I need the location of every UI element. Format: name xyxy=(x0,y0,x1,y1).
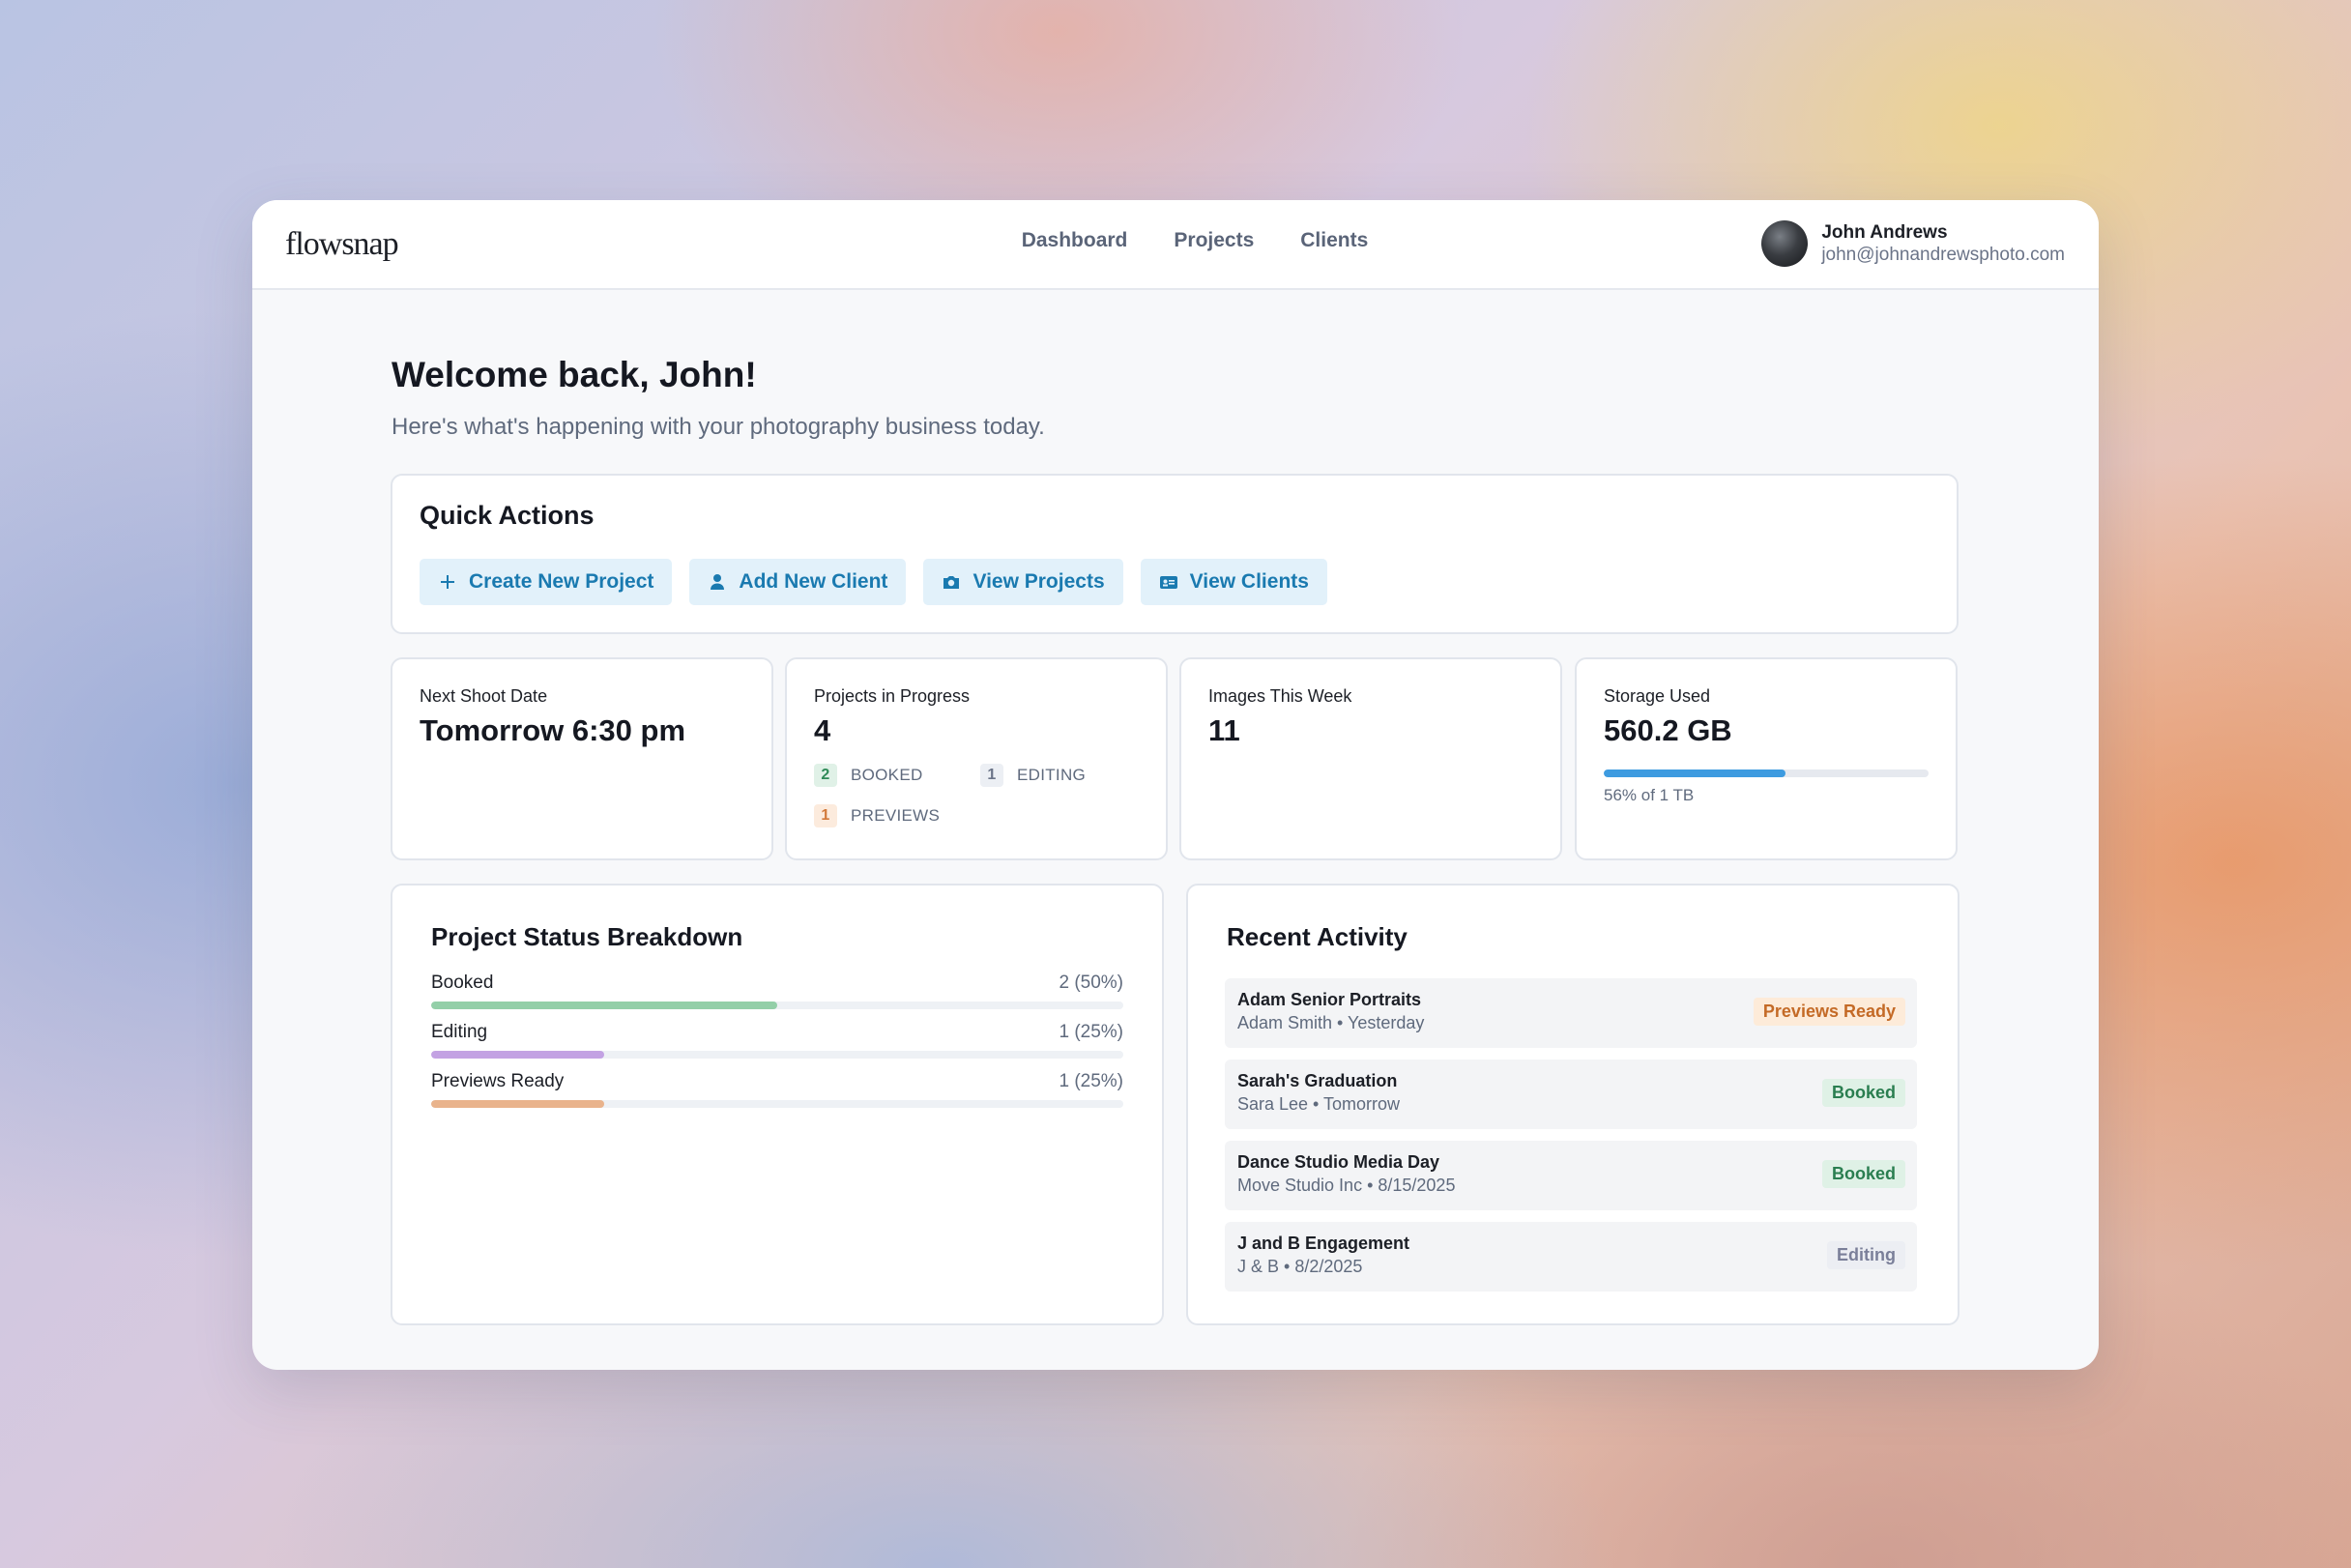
activity-list: Adam Senior Portraits Adam Smith • Yeste… xyxy=(1225,978,1917,1303)
status-breakdown-card: Project Status Breakdown Booked 2 (50%) … xyxy=(391,884,1164,1325)
breakdown-name: Previews Ready xyxy=(431,1071,565,1091)
view-clients-label: View Clients xyxy=(1189,570,1309,593)
create-project-button[interactable]: Create New Project xyxy=(420,559,673,605)
next-shoot-card: Next Shoot Date Tomorrow 6:30 pm xyxy=(391,657,773,860)
projects-in-progress-card: Projects in Progress 4 2 BOOKED 1 EDITIN… xyxy=(785,657,1168,860)
activity-item[interactable]: Adam Senior Portraits Adam Smith • Yeste… xyxy=(1225,978,1917,1048)
activity-title-text: Sarah's Graduation xyxy=(1237,1071,1398,1090)
status-badge: Booked xyxy=(1821,1079,1905,1107)
booked-count: 2 xyxy=(814,764,837,787)
page-title: Welcome back, John! xyxy=(392,355,757,394)
quick-actions-title: Quick Actions xyxy=(420,501,595,530)
storage-value: 560.2 GB xyxy=(1604,713,1732,747)
id-card-icon xyxy=(1159,576,1177,589)
activity-subtitle: J & B • 8/2/2025 xyxy=(1237,1257,1363,1276)
breakdown-bar-fill xyxy=(431,1100,604,1108)
quick-actions-buttons: Create New Project Add New Client View P… xyxy=(420,559,1327,605)
breakdown-count: 1 (25%) xyxy=(1059,1071,1123,1091)
editing-count: 1 xyxy=(980,764,1003,787)
storage-progress-fill xyxy=(1604,769,1786,777)
status-badge: Previews Ready xyxy=(1753,998,1905,1026)
in-progress-label: Projects in Progress xyxy=(814,686,971,706)
status-badge: Editing xyxy=(1827,1241,1905,1269)
booked-label: BOOKED xyxy=(851,766,923,784)
editing-label: EDITING xyxy=(1017,766,1087,784)
breakdown-bar xyxy=(431,1051,1123,1059)
avatar[interactable] xyxy=(1761,220,1809,267)
status-badge: Booked xyxy=(1821,1160,1905,1188)
nav-clients[interactable]: Clients xyxy=(1300,229,1368,252)
user-email: john@johnandrewsphoto.com xyxy=(1821,244,2065,265)
breakdown-name: Editing xyxy=(431,1022,488,1042)
images-this-week-card: Images This Week 11 xyxy=(1179,657,1562,860)
quick-actions-card: Quick Actions Create New Project Add New… xyxy=(391,474,1959,634)
activity-title-text: Dance Studio Media Day xyxy=(1237,1152,1440,1172)
next-shoot-label: Next Shoot Date xyxy=(420,686,548,706)
camera-icon xyxy=(943,576,960,589)
create-project-label: Create New Project xyxy=(469,570,654,593)
images-value: 11 xyxy=(1208,713,1240,747)
activity-subtitle: Move Studio Inc • 8/15/2025 xyxy=(1237,1176,1456,1195)
user-menu[interactable]: John Andrews john@johnandrewsphoto.com xyxy=(1761,220,2065,267)
storage-label: Storage Used xyxy=(1604,686,1711,706)
previews-status: 1 PREVIEWS xyxy=(814,804,940,828)
breakdown-row-previews: Previews Ready 1 (25%) xyxy=(431,1071,1123,1108)
user-info: John Andrews john@johnandrewsphoto.com xyxy=(1821,221,2065,267)
breakdown-bar-fill xyxy=(431,1051,604,1059)
storage-card: Storage Used 560.2 GB 56% of 1 TB xyxy=(1575,657,1958,860)
previews-label: PREVIEWS xyxy=(851,806,941,825)
activity-title: Recent Activity xyxy=(1227,922,1408,951)
plus-icon xyxy=(441,575,454,589)
breakdown-count: 1 (25%) xyxy=(1059,1022,1123,1042)
storage-progress-bar xyxy=(1604,769,1929,777)
storage-caption: 56% of 1 TB xyxy=(1604,786,1695,804)
recent-activity-card: Recent Activity Adam Senior Portraits Ad… xyxy=(1186,884,1959,1325)
nav-projects[interactable]: Projects xyxy=(1174,229,1254,252)
page-subtitle: Here's what's happening with your photog… xyxy=(392,414,1045,440)
breakdown-name: Booked xyxy=(431,973,494,993)
add-client-label: Add New Client xyxy=(739,570,888,593)
previews-count: 1 xyxy=(814,804,837,828)
activity-title-text: Adam Senior Portraits xyxy=(1237,990,1422,1009)
breakdown-row-editing: Editing 1 (25%) xyxy=(431,1022,1123,1059)
next-shoot-value: Tomorrow 6:30 pm xyxy=(420,713,686,747)
user-name: John Andrews xyxy=(1821,221,1948,243)
view-projects-label: View Projects xyxy=(972,570,1105,593)
add-client-button[interactable]: Add New Client xyxy=(689,559,907,605)
breakdown-bar-fill xyxy=(431,1002,777,1009)
booked-status: 2 BOOKED xyxy=(814,764,923,787)
breakdown-row-booked: Booked 2 (50%) xyxy=(431,973,1123,1009)
breakdown-count: 2 (50%) xyxy=(1059,973,1123,993)
activity-item[interactable]: Dance Studio Media Day Move Studio Inc •… xyxy=(1225,1141,1917,1210)
user-icon xyxy=(711,574,725,590)
breakdown-bar xyxy=(431,1002,1123,1009)
breakdown-title: Project Status Breakdown xyxy=(431,922,743,951)
editing-status: 1 EDITING xyxy=(980,764,1086,787)
view-clients-button[interactable]: View Clients xyxy=(1140,559,1327,605)
in-progress-value: 4 xyxy=(814,713,831,747)
activity-item[interactable]: Sarah's Graduation Sara Lee • Tomorrow B… xyxy=(1225,1060,1917,1129)
activity-subtitle: Adam Smith • Yesterday xyxy=(1237,1013,1425,1032)
nav-dashboard[interactable]: Dashboard xyxy=(1022,229,1128,252)
activity-item[interactable]: J and B Engagement J & B • 8/2/2025 Edit… xyxy=(1225,1222,1917,1292)
top-bar: flowsnap Dashboard Projects Clients John… xyxy=(252,200,2099,290)
activity-title-text: J and B Engagement xyxy=(1237,1234,1410,1253)
images-label: Images This Week xyxy=(1208,686,1352,706)
view-projects-button[interactable]: View Projects xyxy=(923,559,1123,605)
app-window: flowsnap Dashboard Projects Clients John… xyxy=(252,200,2099,1370)
activity-subtitle: Sara Lee • Tomorrow xyxy=(1237,1094,1401,1114)
breakdown-bar xyxy=(431,1100,1123,1108)
